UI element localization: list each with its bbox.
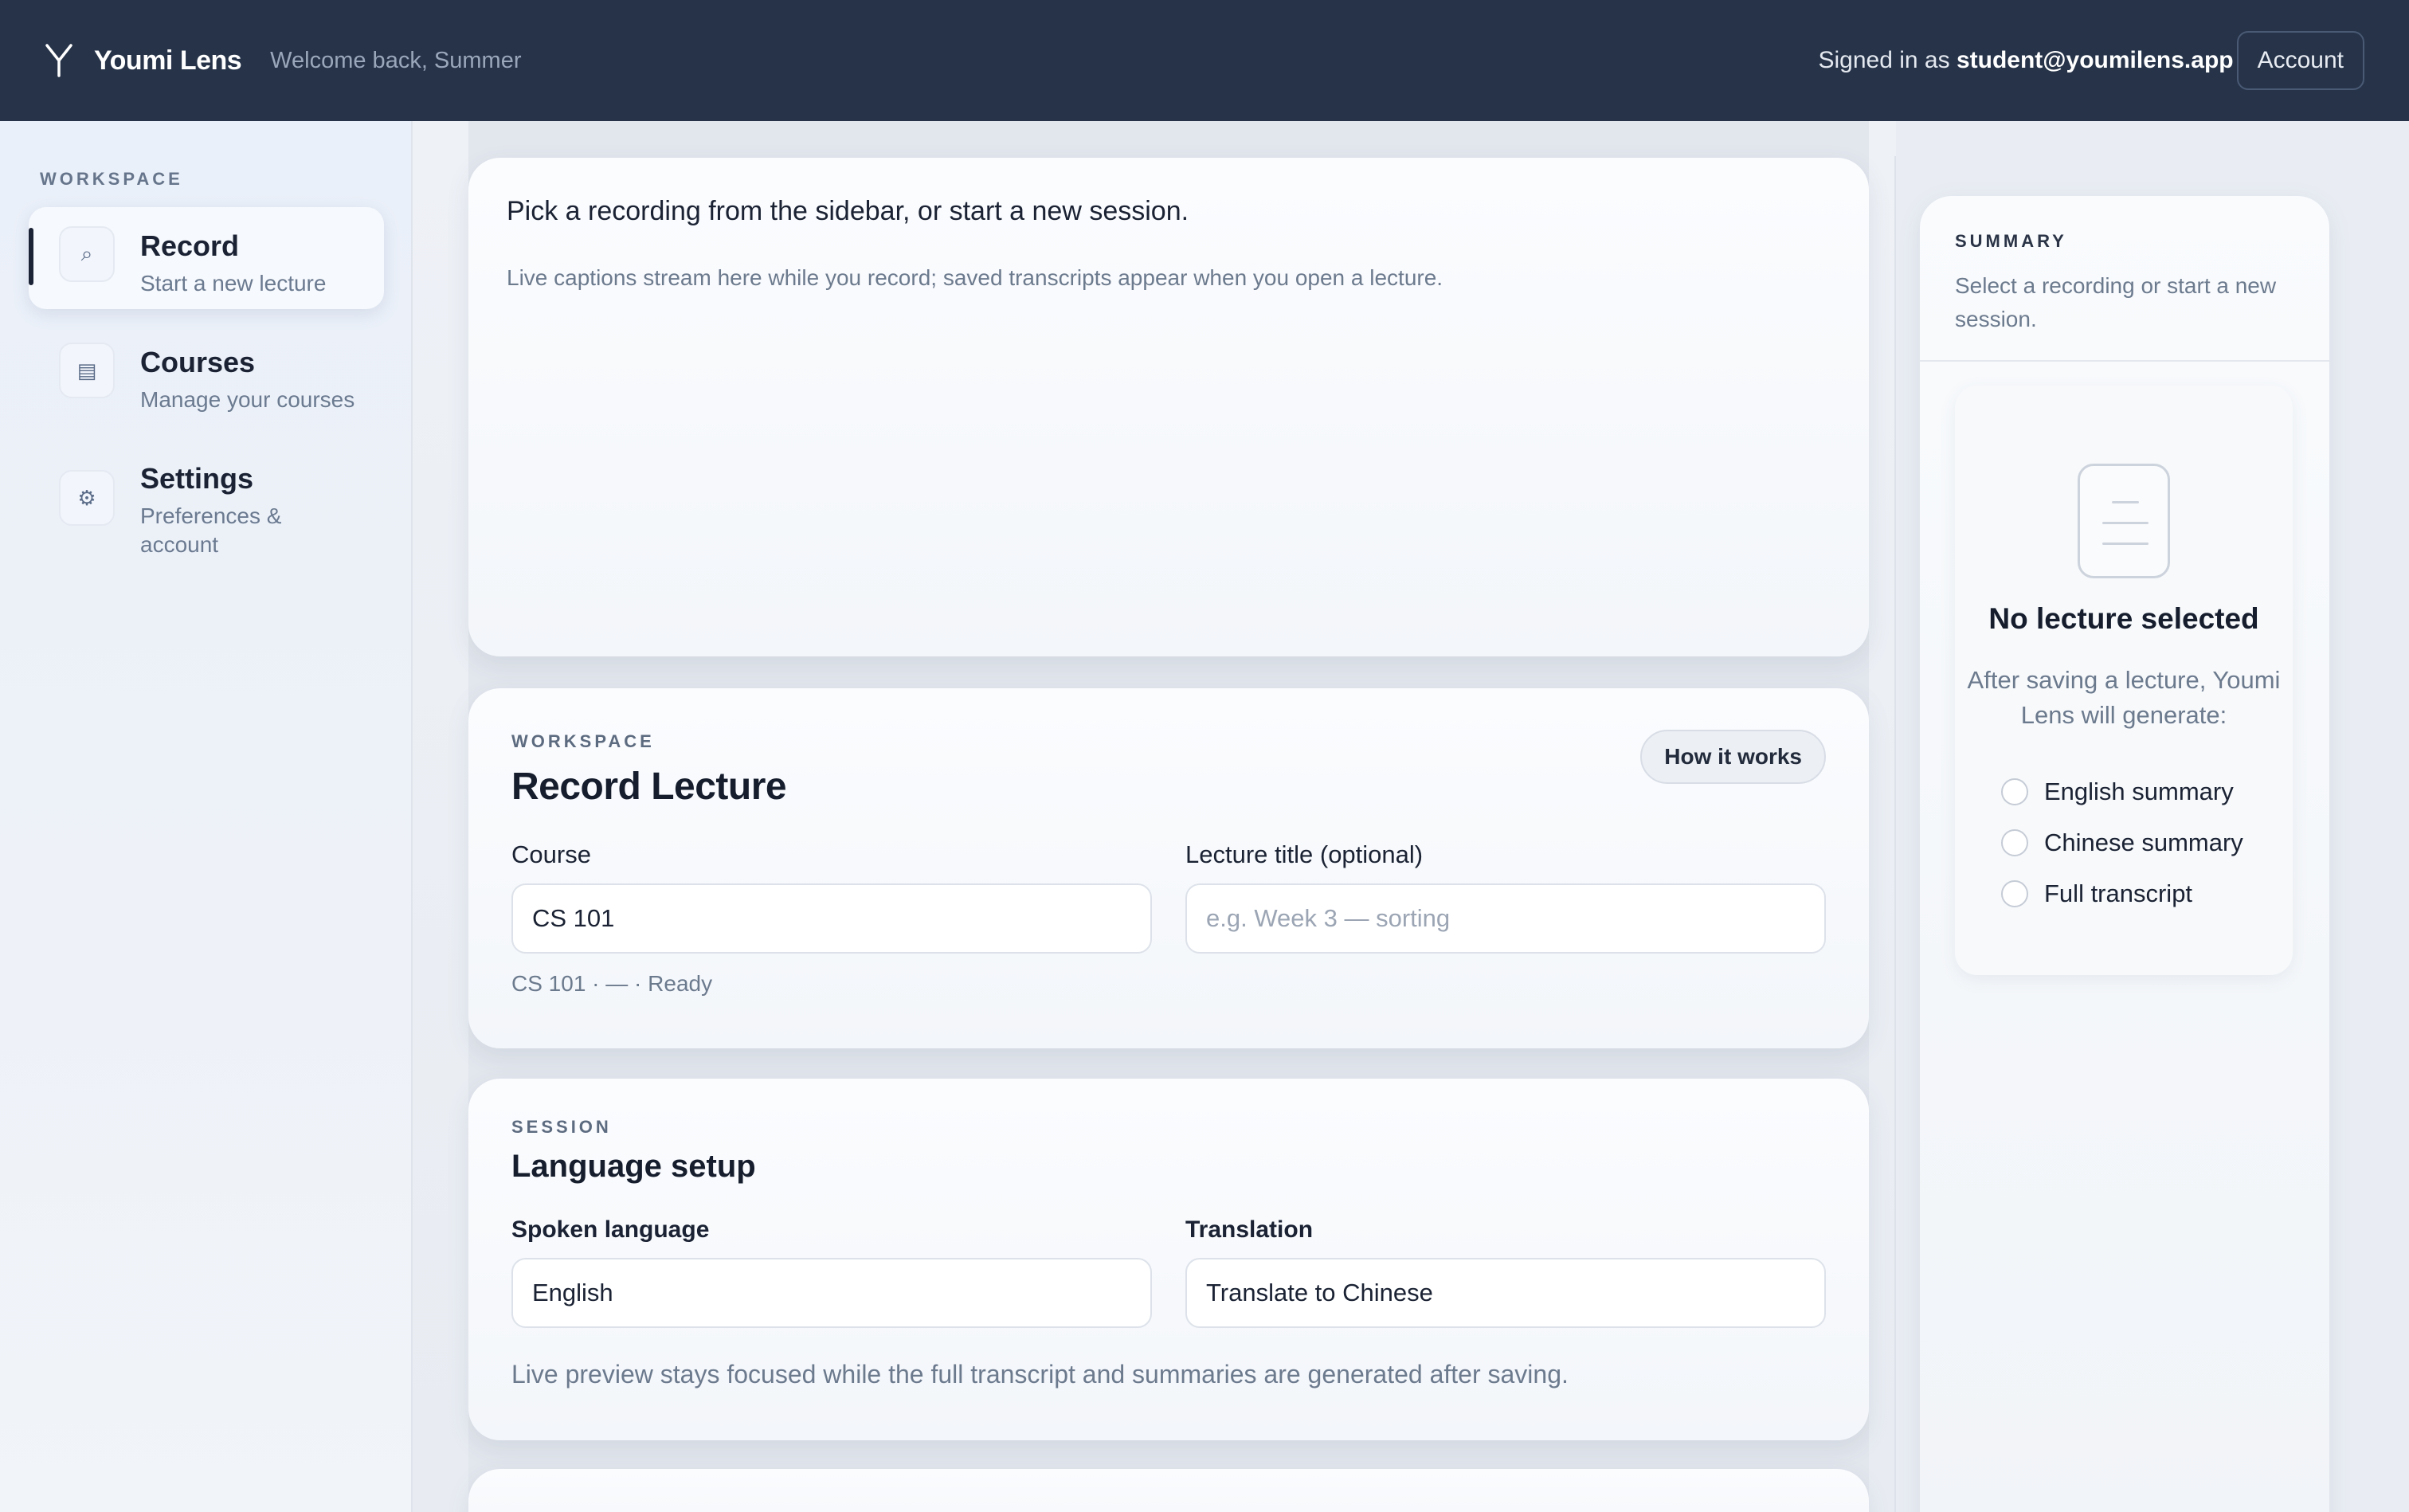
user-email: student@youmilens.app [1956,47,2234,73]
translation-label: Translation [1185,1216,1314,1243]
next-card [468,1469,1869,1512]
output-label: Full transcript [2044,879,2193,907]
circle-icon [2001,778,2028,805]
how-it-works-button[interactable]: How it works [1640,730,1826,784]
account-button[interactable]: Account [2236,31,2364,90]
active-indicator [29,228,33,285]
captions-prompt: Pick a recording from the sidebar, or st… [507,196,1189,226]
sidebar: WORKSPACE ⌕ Record Start a new lecture ▤… [0,121,413,1512]
translation-select[interactable]: Translate to Chinese [1185,1258,1826,1328]
main-content: Pick a recording from the sidebar, or st… [413,121,1896,1512]
sidebar-item-title: Courses [140,346,256,378]
spoken-language-label: Spoken language [511,1216,710,1243]
list-item: Chinese summary [2001,817,2243,868]
sidebar-item-subtitle: Start a new lecture [140,271,327,296]
record-status-line: CS 101 · — · Ready [511,971,713,996]
session-eyebrow: SESSION [511,1117,612,1137]
list-item: English summary [2001,766,2243,817]
sidebar-section-label: WORKSPACE [40,169,183,189]
empty-state-title: No lecture selected [1988,602,2259,635]
courses-icon: ▤ [59,343,115,398]
sidebar-item-record[interactable]: ⌕ Record Start a new lecture [29,207,384,309]
signed-in-prefix: Signed in as [1818,47,1950,73]
gear-icon: ⚙ [59,470,115,526]
record-title: Record Lecture [511,766,787,808]
output-label: Chinese summary [2044,828,2243,856]
captions-panel: Pick a recording from the sidebar, or st… [468,158,1869,656]
sidebar-item-title: Record [140,229,240,262]
panel-divider [1894,156,1896,1512]
summary-eyebrow: SUMMARY [1955,231,2067,251]
welcome-message: Welcome back, Summer [270,47,522,73]
sidebar-item-subtitle: Preferences & account [140,503,282,557]
record-lecture-card: WORKSPACE Record Lecture How it works Co… [468,688,1869,1048]
sidebar-item-title: Settings [140,462,254,495]
summary-description: Select a recording or start a new sessio… [1955,273,2277,331]
circle-icon [2001,880,2028,907]
course-select[interactable]: CS 101 [511,883,1152,954]
record-eyebrow: WORKSPACE [511,731,655,751]
captions-hint: Live captions stream here while you reco… [507,265,1443,290]
lecture-title-input[interactable]: e.g. Week 3 — sorting [1185,883,1826,954]
top-bar: Youmi Lens Welcome back, Summer Signed i… [0,0,2409,121]
summary-header: SUMMARY Select a recording or start a ne… [1920,196,2329,362]
language-setup-card: SESSION Language setup Spoken language E… [468,1079,1869,1440]
empty-state: No lecture selected After saving a lectu… [1955,386,2293,975]
course-label: Course [511,840,591,868]
signed-in-text: Signed in as student@youmilens.app [1819,47,2234,74]
app-name: Youmi Lens [94,45,242,76]
circle-icon [2001,829,2028,856]
sidebar-item-courses[interactable]: ▤ Courses Manage your courses [29,323,384,425]
language-note: Live preview stays focused while the ful… [511,1360,1569,1389]
output-label: English summary [2044,778,2234,805]
app-logo-icon [45,44,72,77]
list-item: Full transcript [2001,868,2243,919]
document-icon [2078,464,2170,578]
empty-state-description: After saving a lecture, Youmi Lens will … [1967,666,2281,729]
sidebar-item-subtitle: Manage your courses [140,387,355,412]
lecture-title-label: Lecture title (optional) [1185,840,1424,868]
search-icon: ⌕ [59,226,115,282]
output-list: English summary Chinese summary Full tra… [2001,766,2243,919]
spoken-language-select[interactable]: English [511,1258,1152,1328]
summary-panel: SUMMARY Select a recording or start a ne… [1920,196,2329,1512]
sidebar-item-settings[interactable]: ⚙ Settings Preferences & account [29,440,384,575]
user-area: Signed in as student@youmilens.app Accou… [1819,31,2364,90]
language-title: Language setup [511,1149,756,1184]
